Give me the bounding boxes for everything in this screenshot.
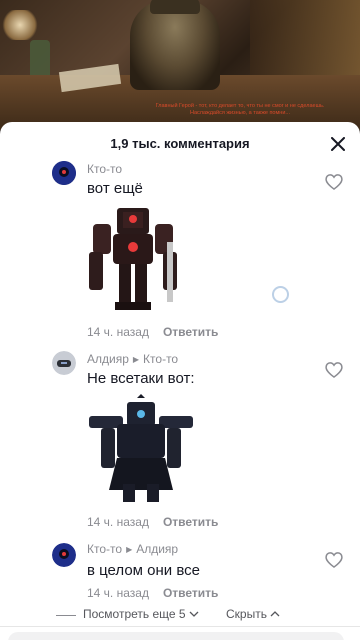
comment-text: в целом они все: [87, 562, 200, 579]
lamp-image: [0, 10, 40, 40]
robot-image: [89, 208, 177, 310]
view-more-replies-button[interactable]: Посмотреть еще 5: [83, 607, 199, 621]
comment-username-row: Кто-то: [87, 162, 122, 176]
chevron-down-icon: [189, 611, 199, 617]
comment-meta: 14 ч. назад Ответить: [87, 586, 218, 600]
avatar[interactable]: [52, 161, 76, 185]
view-more-label: Посмотреть еще 5: [83, 607, 186, 621]
comment-text: Не всетаки вот:: [87, 370, 195, 387]
like-button[interactable]: [324, 360, 344, 380]
comments-count-title: 1,9 тыс. комментария: [110, 135, 250, 151]
video-background[interactable]: Главный Герой - тот, кто делает то, что …: [0, 0, 360, 130]
comment-username[interactable]: Кто-то: [87, 162, 122, 176]
comment-text: вот ещё: [87, 180, 143, 197]
officer-cap: [150, 0, 200, 14]
close-icon: [331, 137, 345, 151]
comment-image-titan-mech[interactable]: [87, 202, 179, 320]
avatar-icon: [52, 543, 76, 567]
comment-input[interactable]: [8, 632, 344, 640]
comment-item: Кто-то ▶ Алдияр в целом они все 14 ч. на…: [0, 540, 360, 604]
robot-image: [89, 394, 193, 502]
reply-arrow-icon: ▶: [132, 354, 140, 364]
heart-icon: [325, 362, 343, 379]
avatar-icon: [52, 351, 76, 375]
comment-image-titan-mech[interactable]: [87, 394, 195, 506]
comment-time: 14 ч. назад: [87, 325, 149, 339]
comment-username-row: Алдияр ▶ Кто-то: [87, 352, 178, 366]
bottle-image: [30, 40, 50, 80]
comment-username-row: Кто-то ▶ Алдияр: [87, 542, 178, 556]
avatar[interactable]: [52, 351, 76, 375]
hide-replies-button[interactable]: Скрыть: [226, 607, 280, 621]
reply-button[interactable]: Ответить: [163, 325, 218, 339]
reply-to-username[interactable]: Кто-то: [143, 352, 178, 366]
reply-button[interactable]: Ответить: [163, 586, 218, 600]
hide-label: Скрыть: [226, 607, 267, 621]
comment-input-bar: [0, 626, 360, 640]
reply-button[interactable]: Ответить: [163, 515, 218, 529]
comment-meta: 14 ч. назад Ответить: [87, 325, 218, 339]
comment-item: Алдияр ▶ Кто-то Не всетаки вот: 14 ч. на…: [0, 350, 360, 540]
reply-to-username[interactable]: Алдияр: [136, 542, 178, 556]
heart-icon: [325, 174, 343, 191]
close-button[interactable]: [328, 134, 348, 154]
heart-icon: [325, 552, 343, 569]
replies-toggle-row: Посмотреть еще 5 Скрыть: [0, 606, 360, 624]
divider-line: [56, 615, 76, 616]
sheet-header: 1,9 тыс. комментария: [0, 122, 360, 164]
like-button[interactable]: [324, 550, 344, 570]
comment-username[interactable]: Кто-то: [87, 542, 122, 556]
video-caption: Главный Герой - тот, кто делает то, что …: [155, 103, 325, 116]
like-button[interactable]: [324, 172, 344, 192]
comment-meta: 14 ч. назад Ответить: [87, 515, 218, 529]
comments-sheet: 1,9 тыс. комментария Кто-то вот ещё 14 ч…: [0, 122, 360, 640]
reply-arrow-icon: ▶: [126, 544, 133, 554]
avatar[interactable]: [52, 543, 76, 567]
comment-item: Кто-то вот ещё 14 ч. назад Ответить: [0, 160, 360, 350]
comment-username[interactable]: Алдияр: [87, 352, 129, 366]
loading-indicator-icon: [272, 286, 289, 303]
chevron-up-icon: [270, 611, 280, 617]
comment-time: 14 ч. назад: [87, 515, 149, 529]
comment-time: 14 ч. назад: [87, 586, 149, 600]
avatar-icon: [52, 161, 76, 185]
